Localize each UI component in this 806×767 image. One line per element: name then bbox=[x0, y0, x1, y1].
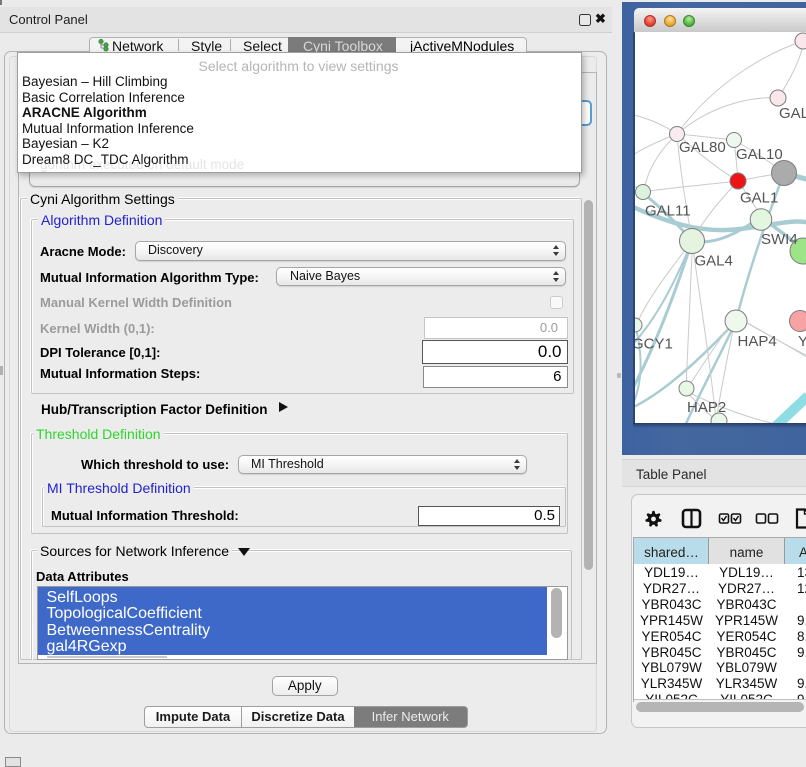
svg-text:GCY1: GCY1 bbox=[635, 336, 673, 353]
svg-text:GAL2: GAL2 bbox=[779, 105, 806, 122]
svg-text:HAP4: HAP4 bbox=[738, 333, 777, 350]
svg-text:GAL1: GAL1 bbox=[740, 190, 778, 207]
svg-text:GAL4: GAL4 bbox=[695, 253, 733, 270]
svg-text:HAP2: HAP2 bbox=[687, 399, 726, 416]
svg-text:Y: Y bbox=[798, 333, 806, 350]
svg-text:SWI4: SWI4 bbox=[761, 231, 798, 248]
svg-text:GAL10: GAL10 bbox=[736, 146, 783, 163]
svg-text:GAL80: GAL80 bbox=[679, 139, 726, 156]
svg-text:GAL11: GAL11 bbox=[645, 203, 691, 220]
